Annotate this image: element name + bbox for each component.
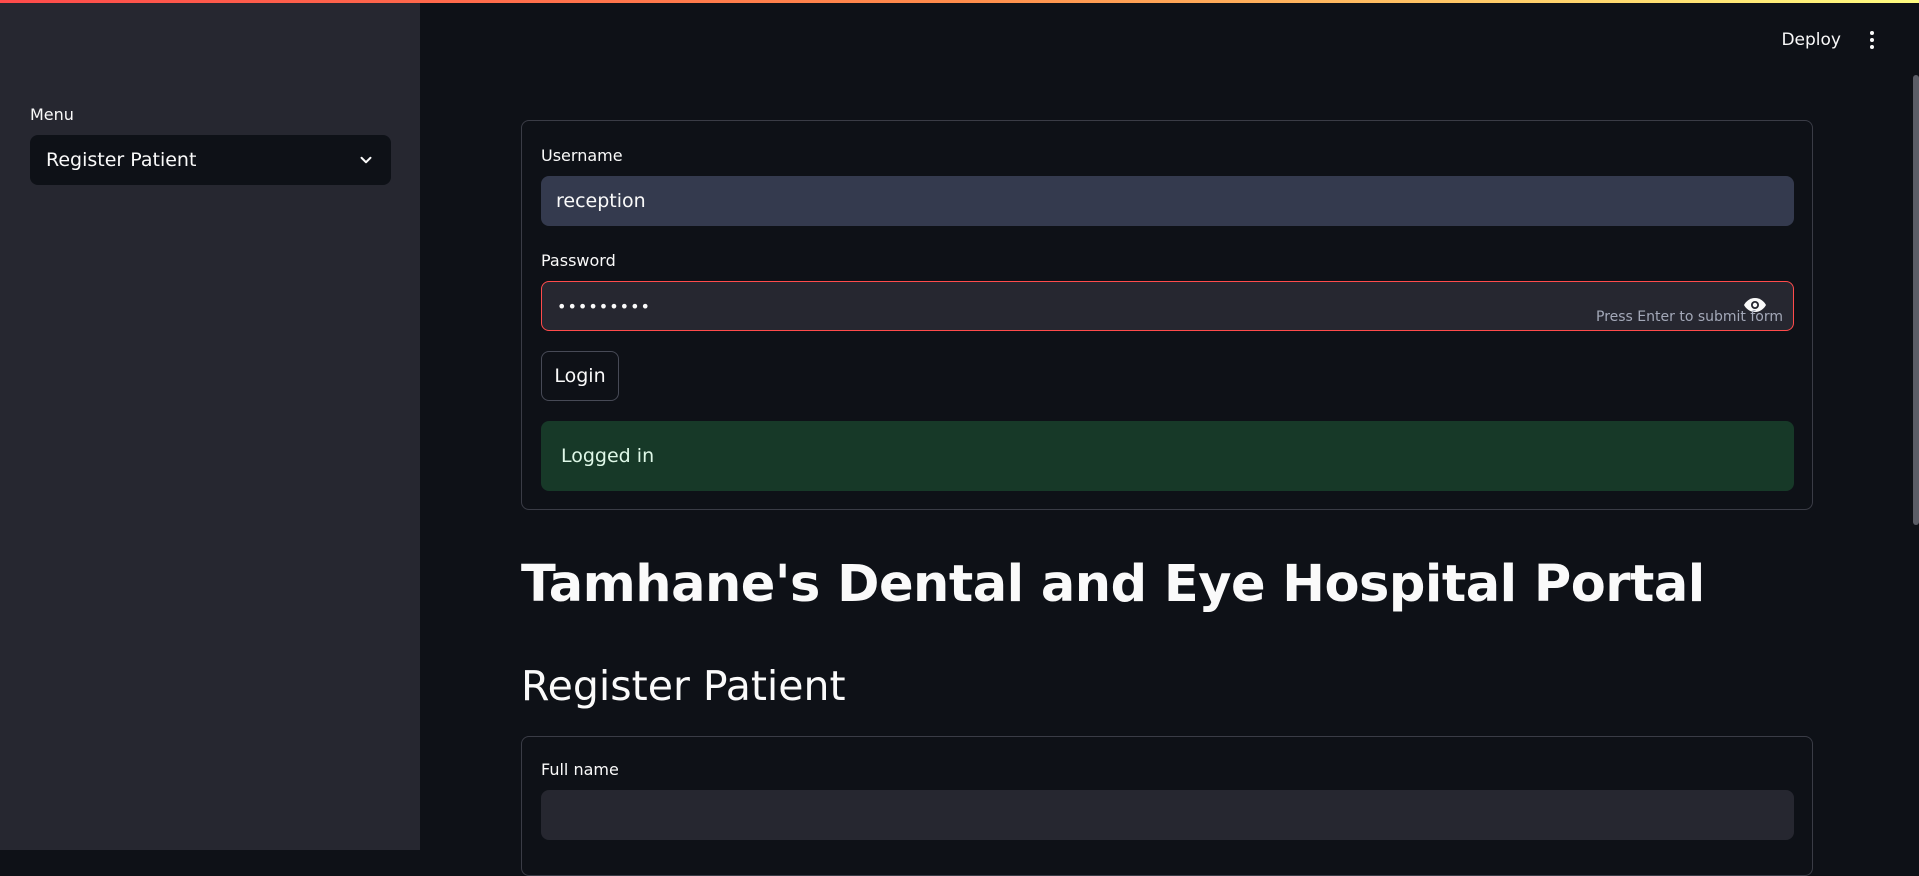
username-value: reception — [556, 190, 646, 212]
status-message: Logged in — [561, 445, 655, 467]
full-name-label: Full name — [541, 760, 619, 779]
deploy-button[interactable]: Deploy — [1781, 30, 1841, 50]
menu-select-value: Register Patient — [46, 149, 197, 171]
chevron-down-icon — [360, 156, 372, 164]
password-hint: Press Enter to submit form — [1596, 309, 1783, 325]
menu-select[interactable]: Register Patient — [30, 135, 391, 185]
password-label: Password — [541, 251, 616, 270]
page-title: Tamhane's Dental and Eye Hospital Portal — [521, 555, 1705, 614]
section-title: Register Patient — [521, 662, 846, 710]
sidebar: Menu Register Patient — [0, 0, 420, 850]
register-form: Full name — [521, 736, 1813, 876]
menu-label: Menu — [30, 105, 74, 124]
scrollbar[interactable] — [1913, 75, 1919, 525]
status-alert: Logged in — [541, 421, 1794, 491]
full-name-input[interactable] — [541, 790, 1794, 840]
login-button[interactable]: Login — [541, 351, 619, 401]
top-decoration-bar — [0, 0, 1919, 3]
username-label: Username — [541, 146, 623, 165]
header-actions: Deploy — [1781, 28, 1879, 52]
username-input[interactable]: reception — [541, 176, 1794, 226]
login-form: Username reception Password ••••••••• Pr… — [521, 120, 1813, 510]
password-value: ••••••••• — [557, 296, 651, 316]
kebab-menu-icon[interactable] — [1865, 28, 1879, 52]
password-input[interactable]: ••••••••• Press Enter to submit form — [541, 281, 1794, 331]
